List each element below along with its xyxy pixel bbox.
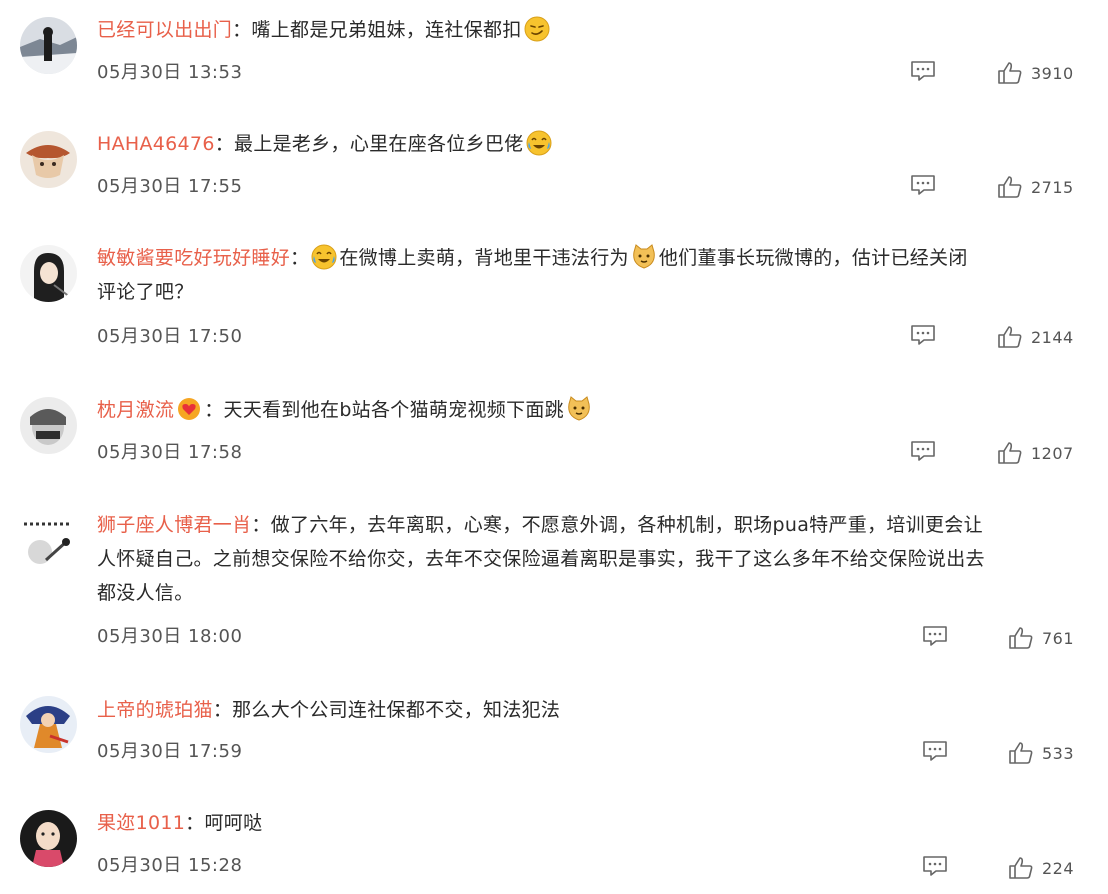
timestamp: 05月30日 17:55 — [97, 176, 243, 197]
username-link[interactable]: 枕月激流 — [97, 399, 174, 421]
comment-content: 敏敏酱要吃好玩好睡好： 在微博上卖萌，背地里干违法行为 他们董事长玩微博的，估计已经… — [97, 241, 1078, 309]
reply-icon[interactable] — [922, 740, 948, 762]
avatar[interactable] — [20, 131, 77, 188]
comment-item: 果迩1011：呵呵哒 05月30日 15:28 224 — [0, 798, 1108, 894]
avatar[interactable] — [20, 512, 77, 569]
username-link[interactable]: 敏敏酱要吃好玩好睡好 — [97, 247, 290, 269]
like-button[interactable]: 1207 — [997, 440, 1074, 466]
doge-emoji-icon — [631, 244, 657, 270]
comment-item: 上帝的琥珀猫：那么大个公司连社保都不交，知法犯法 05月30日 17:59 53… — [0, 684, 1108, 794]
laugh-cry-emoji-icon — [526, 130, 552, 156]
comment-text: 天天看到他在b站各个猫萌宠视频下面跳 — [223, 399, 564, 421]
username-link[interactable]: HAHA46476 — [97, 133, 215, 155]
timestamp: 05月30日 17:58 — [97, 442, 243, 463]
comment-content: 果迩1011：呵呵哒 — [97, 806, 1078, 840]
smirk-emoji-icon — [524, 16, 550, 42]
separator: ： — [204, 399, 224, 421]
thumbs-up-icon — [1009, 857, 1033, 879]
comment-text: 那么大个公司连社保都不交，知法犯法 — [232, 699, 561, 721]
avatar[interactable] — [20, 810, 77, 867]
comment-text: 呵呵哒 — [204, 812, 263, 834]
doge-emoji-icon — [566, 396, 592, 422]
separator: ： — [232, 19, 252, 41]
reply-icon[interactable] — [910, 324, 936, 346]
reply-icon[interactable] — [910, 440, 936, 462]
reply-icon[interactable] — [910, 174, 936, 196]
separator: ： — [251, 514, 271, 536]
avatar[interactable] — [20, 17, 77, 74]
thumbs-up-icon — [1009, 742, 1033, 764]
comment-text: 他们董事长玩微博的，估计已经关闭 — [658, 247, 968, 269]
comment-text: 做了六年，去年离职，心寒，不愿意外调，各种机制，职场pua特严重，培训更会让 — [270, 514, 983, 536]
comment-text: 人怀疑自己。之前想交保险不给你交，去年不交保险逼着离职是事实，我干了这么多年不给… — [97, 548, 985, 570]
timestamp: 05月30日 13:53 — [97, 62, 243, 83]
comment-content: 已经可以出出门：嘴上都是兄弟姐妹，连社保都扣 — [97, 13, 1078, 47]
comment-text: 评论了吧？ — [97, 281, 194, 303]
like-count: 1207 — [1031, 443, 1074, 463]
like-button[interactable]: 3910 — [997, 60, 1074, 86]
comment-content: 枕月激流 ：天天看到他在b站各个猫萌宠视频下面跳 — [97, 393, 1078, 427]
timestamp: 05月30日 15:28 — [97, 855, 243, 876]
avatar[interactable] — [20, 245, 77, 302]
comment-list: 已经可以出出门：嘴上都是兄弟姐妹，连社保都扣 05月30日 13:53 3910… — [0, 0, 1108, 894]
username-link[interactable]: 已经可以出出门 — [97, 19, 232, 41]
separator: ： — [212, 699, 233, 721]
username-link[interactable]: 上帝的琥珀猫 — [97, 699, 213, 721]
like-count: 2144 — [1031, 327, 1074, 347]
laugh-cry-emoji-icon — [311, 244, 337, 270]
comment-item: 已经可以出出门：嘴上都是兄弟姐妹，连社保都扣 05月30日 13:53 3910 — [0, 0, 1108, 110]
separator: ： — [290, 247, 310, 269]
like-button[interactable]: 224 — [1008, 855, 1074, 881]
comment-item: 敏敏酱要吃好玩好睡好： 在微博上卖萌，背地里干违法行为 他们董事长玩微博的，估计已经… — [0, 232, 1108, 382]
like-button[interactable]: 2715 — [997, 174, 1074, 200]
reply-icon[interactable] — [910, 60, 936, 82]
reply-icon[interactable] — [922, 855, 948, 877]
timestamp: 05月30日 17:59 — [97, 741, 243, 762]
reply-icon[interactable] — [922, 625, 948, 647]
separator: ： — [185, 812, 205, 834]
thumbs-up-icon — [998, 326, 1022, 348]
comment-item: HAHA46476：最上是老乡，心里在座各位乡巴佬 05月30日 17:55 2… — [0, 118, 1108, 228]
like-button[interactable]: 2144 — [997, 324, 1074, 350]
like-count: 533 — [1042, 743, 1075, 763]
comment-text: 嘴上都是兄弟姐妹，连社保都扣 — [251, 19, 522, 41]
thumbs-up-icon — [998, 62, 1022, 84]
separator: ： — [214, 133, 235, 155]
username-link[interactable]: 果迩1011 — [97, 812, 185, 834]
username-link[interactable]: 狮子座人博君一肖 — [97, 514, 251, 536]
comment-content: 上帝的琥珀猫：那么大个公司连社保都不交，知法犯法 — [97, 693, 1078, 727]
like-count: 3910 — [1031, 63, 1074, 83]
comment-item: 狮子座人博君一肖：做了六年，去年离职，心寒，不愿意外调，各种机制，职场pua特严… — [0, 504, 1108, 674]
comment-text: 在微博上卖萌，背地里干违法行为 — [339, 247, 629, 269]
like-count: 2715 — [1031, 177, 1074, 197]
thumbs-up-icon — [998, 442, 1022, 464]
heart-badge-icon — [176, 396, 202, 422]
comment-content: HAHA46476：最上是老乡，心里在座各位乡巴佬 — [97, 127, 1078, 161]
comment-text: 最上是老乡，心里在座各位乡巴佬 — [234, 133, 524, 155]
timestamp: 05月30日 17:50 — [97, 326, 243, 347]
comment-text: 都没人信。 — [97, 582, 194, 604]
thumbs-up-icon — [998, 176, 1022, 198]
avatar[interactable] — [20, 397, 77, 454]
like-count: 224 — [1042, 858, 1075, 878]
comment-item: 枕月激流 ：天天看到他在b站各个猫萌宠视频下面跳 05月30日 17:58 120… — [0, 384, 1108, 494]
like-count: 761 — [1042, 628, 1075, 648]
like-button[interactable]: 761 — [1008, 625, 1074, 651]
avatar[interactable] — [20, 696, 77, 753]
timestamp: 05月30日 18:00 — [97, 626, 243, 647]
comment-content: 狮子座人博君一肖：做了六年，去年离职，心寒，不愿意外调，各种机制，职场pua特严… — [97, 508, 1078, 610]
like-button[interactable]: 533 — [1008, 740, 1074, 766]
thumbs-up-icon — [1009, 627, 1033, 649]
